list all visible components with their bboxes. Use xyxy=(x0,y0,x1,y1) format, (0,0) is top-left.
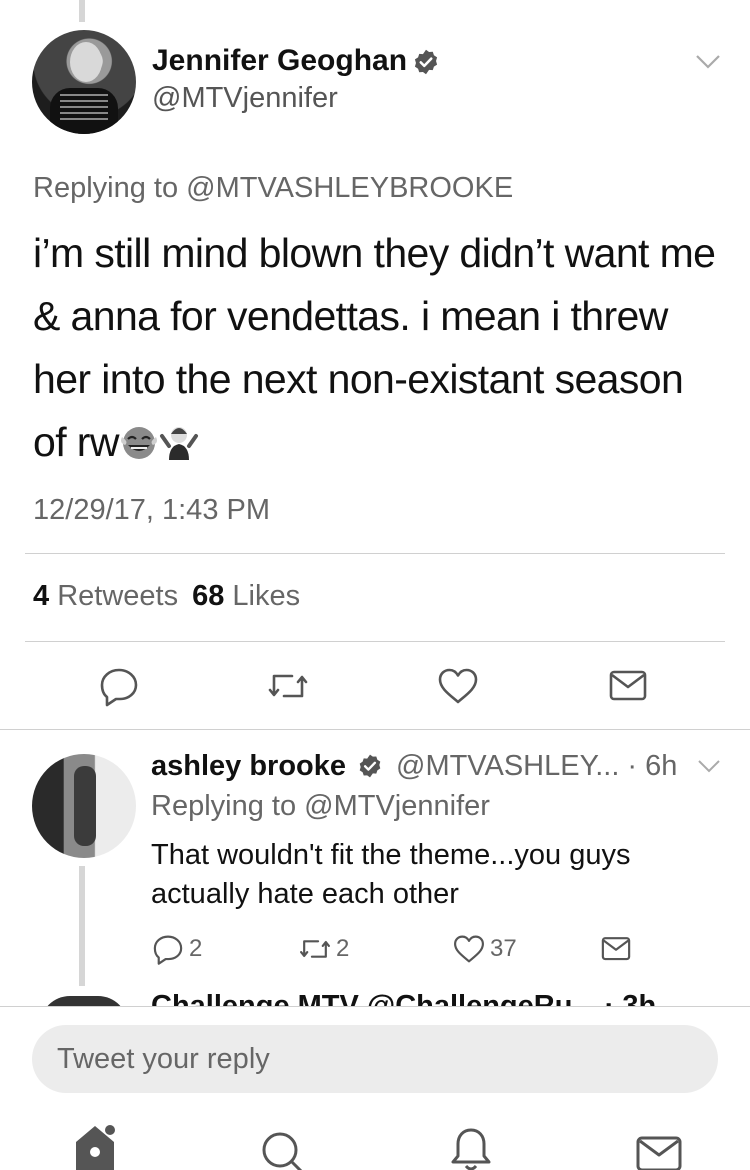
divider xyxy=(25,641,725,642)
retweet-icon[interactable] xyxy=(266,664,310,708)
divider xyxy=(0,729,750,730)
reply-handle-and-time[interactable]: @MTVASHLEY... · 6h xyxy=(396,750,677,783)
reply-retweet-button[interactable]: 2 xyxy=(298,932,349,966)
share-dm-icon[interactable] xyxy=(606,664,650,708)
thread-line-top xyxy=(79,0,85,22)
tweet-text: i’m still mind blown they didn’t want me… xyxy=(33,222,723,474)
share-dm-icon xyxy=(601,937,631,961)
reply-icon xyxy=(153,935,183,965)
reply-count: 2 xyxy=(189,935,203,962)
thread-line xyxy=(79,866,85,986)
person-shrugging-emoji xyxy=(159,427,198,460)
like-heart-icon xyxy=(454,935,484,963)
avatar-shirt-print xyxy=(60,94,108,120)
verified-badge-icon xyxy=(414,49,438,75)
like-label[interactable]: Likes xyxy=(232,580,300,612)
notifications-icon[interactable] xyxy=(446,1118,496,1170)
avatar-face xyxy=(70,42,102,82)
engagement-stats: 4 Retweets 68 Likes xyxy=(33,580,300,613)
avatar-figure xyxy=(74,766,96,846)
home-icon[interactable] xyxy=(70,1118,120,1170)
divider xyxy=(25,553,725,554)
author-name[interactable]: Jennifer Geoghan xyxy=(152,44,407,78)
author-handle[interactable]: @MTVjennifer xyxy=(152,82,338,115)
retweet-count[interactable]: 4 xyxy=(33,580,49,612)
messages-icon[interactable] xyxy=(634,1118,684,1170)
reply-share-button[interactable] xyxy=(599,932,633,966)
tweet-timestamp: 12/29/17, 1:43 PM xyxy=(33,494,270,526)
retweet-icon xyxy=(300,940,330,958)
retweet-count: 2 xyxy=(336,935,350,962)
replying-to-label[interactable]: Replying to @MTVjennifer xyxy=(151,790,490,823)
author-avatar[interactable] xyxy=(32,30,136,134)
like-heart-icon[interactable] xyxy=(436,664,480,708)
like-count[interactable]: 68 xyxy=(192,580,224,612)
tweet-reply-input[interactable]: Tweet your reply xyxy=(32,1025,718,1093)
search-icon[interactable] xyxy=(258,1118,308,1170)
face-with-tears-of-joy-emoji xyxy=(120,427,157,459)
reply-author-name[interactable]: ashley brooke xyxy=(151,750,346,783)
verified-badge-icon xyxy=(359,754,381,778)
like-count: 37 xyxy=(490,935,517,962)
retweet-label[interactable]: Retweets xyxy=(57,580,178,612)
next-reply-header[interactable]: Challenge MTV @ChallengeRu... · 3h xyxy=(151,990,656,1006)
reply-text: That wouldn't fit the theme...you guys a… xyxy=(151,839,631,910)
chevron-down-icon[interactable] xyxy=(694,52,722,72)
reply-author-avatar[interactable] xyxy=(32,754,136,858)
reply-like-button[interactable]: 37 xyxy=(452,932,517,966)
reply-reply-button[interactable]: 2 xyxy=(151,932,202,966)
replying-to-label[interactable]: Replying to @MTVASHLEYBROOKE xyxy=(33,172,513,205)
chevron-down-icon[interactable] xyxy=(697,758,721,775)
reply-icon[interactable] xyxy=(97,664,141,708)
